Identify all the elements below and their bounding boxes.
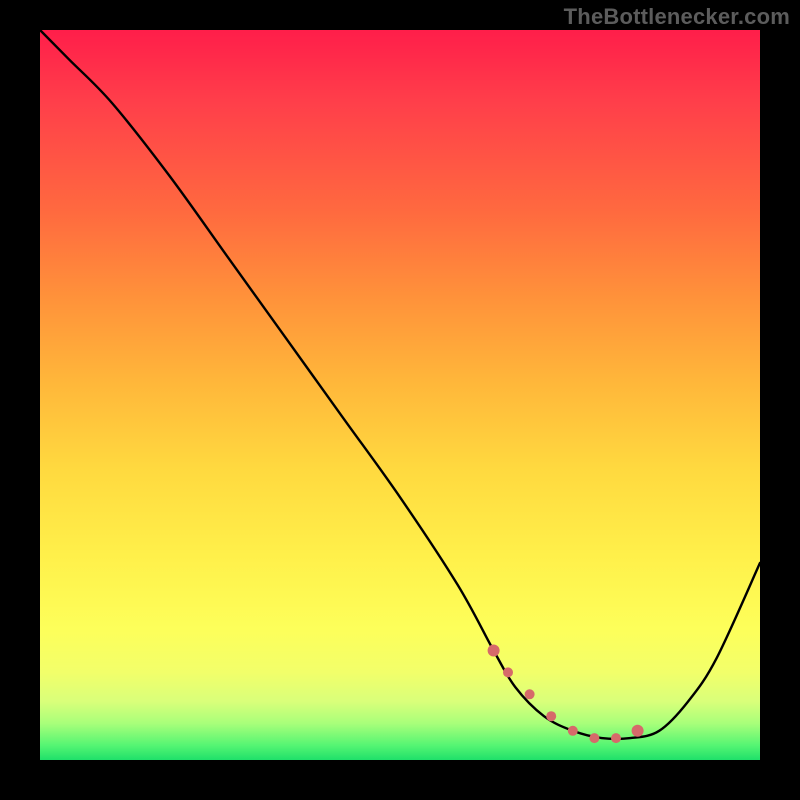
optimal-marker	[589, 733, 599, 743]
optimal-marker	[568, 726, 578, 736]
optimal-marker	[525, 689, 535, 699]
bottleneck-curve-path	[40, 30, 760, 739]
optimal-marker	[632, 725, 644, 737]
bottleneck-curve-svg	[40, 30, 760, 760]
watermark-text: TheBottlenecker.com	[564, 4, 790, 30]
optimal-marker	[611, 733, 621, 743]
optimal-marker	[546, 711, 556, 721]
optimal-marker	[503, 667, 513, 677]
optimal-marker	[488, 645, 500, 657]
plot-area	[40, 30, 760, 760]
chart-frame: TheBottlenecker.com	[0, 0, 800, 800]
